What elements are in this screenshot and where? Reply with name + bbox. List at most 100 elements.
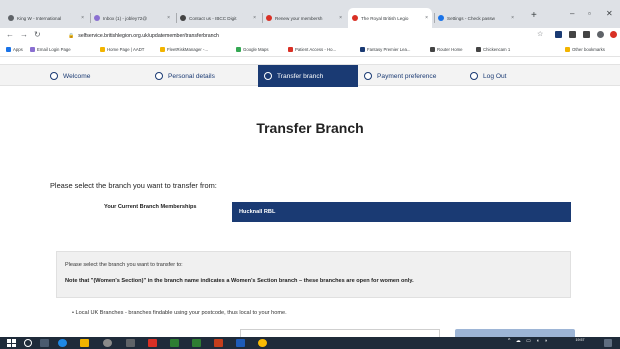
back-icon[interactable]: ← <box>6 30 14 39</box>
bookmark-label: Fantasy Premier Lea... <box>367 47 411 52</box>
system-tray[interactable]: ^ ☁ ▭ ◖ ◗ <box>508 338 550 344</box>
step-welcome[interactable]: Welcome <box>50 65 150 87</box>
bookmark-label: Chickencam 1 <box>483 47 511 52</box>
tab-label: King W - International <box>17 15 62 21</box>
step-label: Welcome <box>63 72 91 80</box>
browser-tab[interactable]: Renew your membersh × <box>262 8 346 28</box>
reload-icon[interactable]: ↻ <box>34 30 41 39</box>
notifications-icon[interactable] <box>604 339 612 347</box>
bookmark-item[interactable]: Chickencam 1 <box>476 47 510 52</box>
tab-favicon-icon <box>180 15 186 21</box>
other-bookmarks-label: Other bookmarks <box>572 47 605 52</box>
tab-close-icon[interactable]: × <box>164 15 170 21</box>
tab-favicon-icon <box>438 15 444 21</box>
windows-start-icon[interactable] <box>7 339 16 347</box>
bookmark-item[interactable]: Google Maps <box>236 47 269 52</box>
app-icon[interactable] <box>126 339 135 347</box>
step-payment-preference[interactable]: Payment preference <box>364 65 464 87</box>
bookmark-favicon-icon <box>360 47 365 52</box>
access-icon[interactable] <box>148 339 157 347</box>
folder-icon <box>565 47 570 52</box>
bookmark-favicon-icon <box>160 47 165 52</box>
step-transfer-branch[interactable]: Transfer branch <box>258 65 358 87</box>
bookmark-item[interactable]: Patient Access - Ho... <box>288 47 336 52</box>
bookmark-favicon-icon <box>30 47 35 52</box>
tab-close-icon[interactable]: × <box>336 15 342 21</box>
bookmark-item[interactable]: Router Home <box>430 47 463 52</box>
forward-icon[interactable]: → <box>20 30 28 39</box>
other-bookmarks[interactable]: Other bookmarks <box>565 47 605 52</box>
profile-avatar-icon[interactable] <box>597 31 604 38</box>
postcode-input[interactable] <box>240 329 440 337</box>
bookmark-favicon-icon <box>236 47 241 52</box>
edge-icon[interactable] <box>58 339 67 347</box>
step-log-out[interactable]: Log Out <box>470 65 570 87</box>
bookmark-item[interactable]: FleetRiskManager -... <box>160 47 208 52</box>
local-branches-bullet: • Local UK Branches - branches findable … <box>72 310 287 316</box>
minimize-button[interactable]: – <box>570 9 574 18</box>
step-personal-details[interactable]: Personal details <box>155 65 255 87</box>
tab-label: The Royal British Legio <box>361 15 409 21</box>
url-field[interactable]: 🔒 selfservice.britishlegion.org.uk/updat… <box>68 29 518 43</box>
bookmark-label: Patient Access - Ho... <box>295 47 337 52</box>
step-radio-icon <box>470 72 478 80</box>
browser-tab[interactable]: Inbox (1) - jobley72@ × <box>90 8 174 28</box>
tab-close-icon[interactable]: × <box>508 15 514 21</box>
browser-tab[interactable]: The Royal British Legio × <box>348 8 432 28</box>
word-icon[interactable] <box>236 339 245 347</box>
tab-close-icon[interactable]: × <box>78 15 84 21</box>
bookmark-item[interactable]: Apps <box>6 47 23 52</box>
app-icon[interactable] <box>103 339 112 347</box>
tab-favicon-icon <box>352 15 358 21</box>
tab-label: Contact us - IBCC Digit <box>189 15 237 21</box>
browser-tab[interactable]: Settings - Check passw × <box>434 8 518 28</box>
bookmark-star-icon[interactable]: ☆ <box>537 30 543 38</box>
step-label: Personal details <box>168 72 215 80</box>
step-radio-icon <box>50 72 58 80</box>
tab-favicon-icon <box>94 15 100 21</box>
current-branch-label: Your Current Branch Memberships <box>104 204 197 210</box>
step-radio-icon <box>264 72 272 80</box>
bookmark-favicon-icon <box>6 47 11 52</box>
current-branch-option[interactable]: Hucknall RBL <box>232 202 571 222</box>
taskbar-clock[interactable]: 19:57 <box>560 337 600 349</box>
bookmark-label: Router Home <box>437 47 463 52</box>
tab-label: Settings - Check passw <box>447 15 495 21</box>
browser-tab[interactable]: King W - International × <box>4 8 88 28</box>
womens-section-note: Note that "(Women's Section)" in the bra… <box>65 278 414 284</box>
browser-tab[interactable]: Contact us - IBCC Digit × <box>176 8 260 28</box>
search-button[interactable] <box>455 329 575 337</box>
search-icon[interactable] <box>24 339 32 347</box>
tab-close-icon[interactable]: × <box>250 15 256 21</box>
bookmark-favicon-icon <box>100 47 105 52</box>
web-page: Welcome Personal details Transfer branch Pa… <box>0 57 620 337</box>
step-label: Log Out <box>483 72 507 80</box>
file-explorer-icon[interactable] <box>80 339 89 347</box>
bookmark-favicon-icon <box>430 47 435 52</box>
transfer-to-info-box <box>56 251 571 298</box>
bookmark-item[interactable]: Fantasy Premier Lea... <box>360 47 410 52</box>
bookmark-label: FleetRiskManager -... <box>167 47 209 52</box>
menu-icon[interactable] <box>610 31 617 38</box>
tab-label: Renew your membersh <box>275 15 323 21</box>
bookmark-favicon-icon <box>288 47 293 52</box>
excel-icon[interactable] <box>192 339 201 347</box>
new-tab-button[interactable]: + <box>531 10 537 21</box>
task-view-icon[interactable] <box>40 339 49 347</box>
powerpoint-icon[interactable] <box>214 339 223 347</box>
lock-icon: 🔒 <box>68 33 75 39</box>
tab-close-icon[interactable]: × <box>422 15 428 21</box>
url-text: selfservice.britishlegion.org.uk/updatem… <box>78 33 219 39</box>
bookmark-item[interactable]: Email Login Page <box>30 47 71 52</box>
step-label: Payment preference <box>377 72 437 80</box>
bookmark-label: Home Page | AADT <box>107 47 145 52</box>
transfer-from-prompt: Please select the branch you want to tra… <box>50 181 217 190</box>
chrome-icon[interactable] <box>258 339 267 347</box>
close-window-button[interactable]: ✕ <box>606 9 613 18</box>
extensions-puzzle-icon[interactable] <box>583 31 590 38</box>
extension-icon[interactable] <box>555 31 562 38</box>
extension-icon[interactable] <box>569 31 576 38</box>
excel-icon[interactable] <box>170 339 179 347</box>
maximize-button[interactable]: ▫ <box>588 9 591 18</box>
bookmark-item[interactable]: Home Page | AADT <box>100 47 144 52</box>
